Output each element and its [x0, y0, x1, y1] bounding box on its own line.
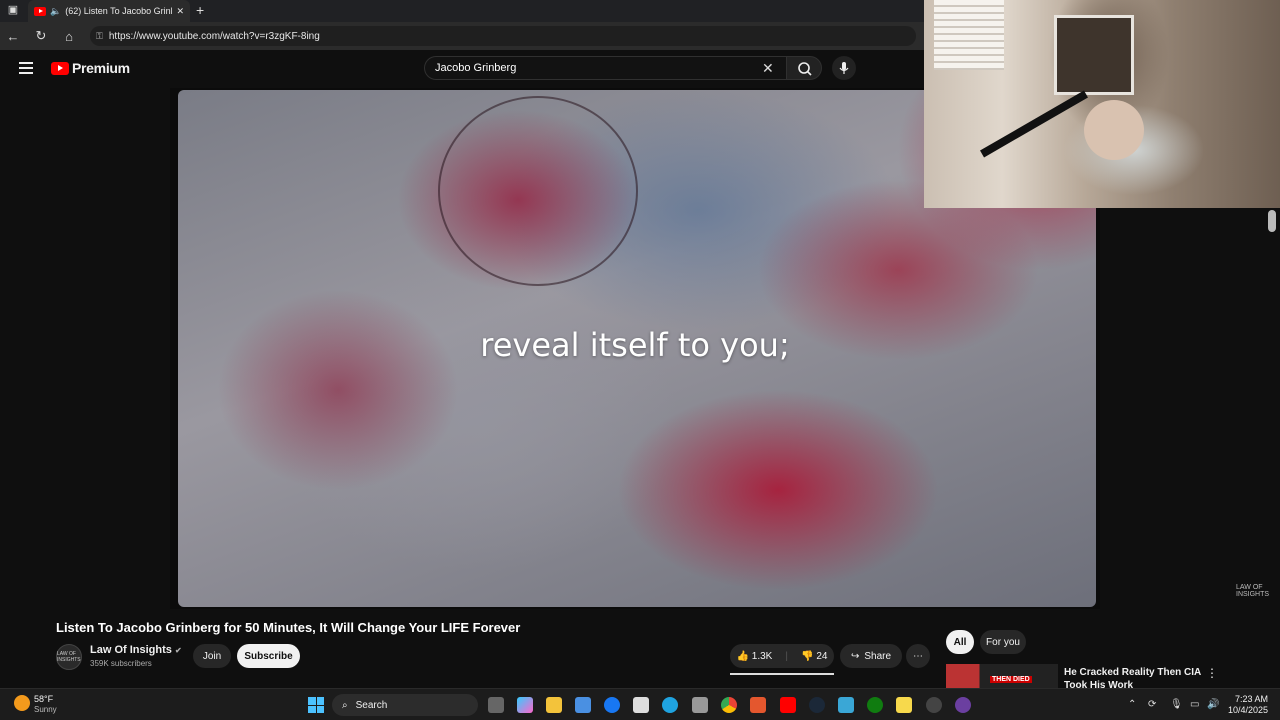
chip-all[interactable]: All	[946, 630, 974, 654]
taskbar-search-icon: ⌕	[342, 699, 348, 711]
xbox-icon[interactable]	[867, 697, 883, 713]
sync-icon[interactable]: ⟳	[1148, 699, 1156, 710]
webcam-window-blinds	[934, 0, 1004, 70]
weather-temperature[interactable]: 58°F	[34, 694, 53, 704]
address-bar-row: ← ↻ ⌂ ⚿ https://www.youtube.com/watch?v=…	[0, 22, 924, 50]
display-icon[interactable]: ▭	[1190, 699, 1199, 710]
video-planet-shape	[438, 96, 638, 286]
weather-condition: Sunny	[34, 705, 57, 714]
chevron-up-icon[interactable]: ⌃	[1128, 699, 1136, 710]
home-icon[interactable]: ⌂	[62, 29, 76, 44]
video-caption: reveal itself to you;	[480, 326, 790, 364]
webcam-closet	[1054, 15, 1134, 95]
app-icon-2[interactable]	[838, 697, 854, 713]
webcam-overlay	[924, 0, 1280, 208]
speaker-icon[interactable]: 🔈	[50, 6, 61, 17]
calculator-icon[interactable]	[692, 697, 708, 713]
recommendation-thumbnail[interactable]: THEN DIED	[946, 664, 1058, 688]
back-icon[interactable]: ←	[6, 29, 20, 44]
join-button[interactable]: Join	[193, 644, 231, 668]
weather-sun-icon[interactable]	[14, 695, 30, 711]
thumbnail-text: THEN DIED	[990, 676, 1032, 683]
microphone-icon	[839, 62, 849, 74]
close-tab-icon[interactable]: ✕	[176, 6, 184, 17]
channel-watermark[interactable]: LAW OF INSIGHTS	[1236, 584, 1280, 598]
store-icon[interactable]	[575, 697, 591, 713]
recommendation-title[interactable]: He Cracked Reality Then CIA Took His Wor…	[1064, 666, 1214, 690]
page-scrollbar[interactable]	[1268, 210, 1276, 232]
url-field[interactable]: ⚿ https://www.youtube.com/watch?v=r3zgKF…	[90, 26, 916, 46]
subscribe-button[interactable]: Subscribe	[237, 644, 300, 668]
clear-search-icon[interactable]: ✕	[762, 60, 774, 77]
verified-icon: ✔	[174, 646, 182, 655]
new-tab-button[interactable]: +	[196, 2, 204, 18]
channel-name-text: Law Of Insights	[90, 644, 172, 656]
app-icon-3[interactable]	[926, 697, 942, 713]
clock-time[interactable]: 7:23 AM	[1228, 694, 1268, 704]
clock-date[interactable]: 10/4/2025	[1224, 705, 1268, 715]
reload-icon[interactable]: ↻	[34, 28, 48, 44]
task-view-icon[interactable]	[488, 697, 504, 713]
chrome-icon[interactable]	[721, 697, 737, 713]
chip-for-you[interactable]: For you	[980, 630, 1026, 654]
thumbs-up-icon: 👍	[736, 650, 749, 662]
search-icon	[798, 62, 812, 76]
youtube-play-icon	[51, 61, 69, 75]
tab-title: (62) Listen To Jacobo Grinberg	[65, 6, 172, 16]
site-info-icon[interactable]: ⚿	[96, 31, 103, 42]
windows-taskbar: 58°F Sunny ⌕ Search ⌃ ⟳ 🎙 ▭ 🔊 7:23 AM 10…	[0, 688, 1280, 720]
menu-icon[interactable]	[19, 62, 33, 74]
microphone-tray-icon[interactable]: 🎙	[1170, 699, 1183, 710]
like-ratio-bar	[730, 673, 834, 675]
taskbar-search[interactable]: ⌕ Search	[332, 694, 478, 716]
sticky-notes-icon[interactable]	[896, 697, 912, 713]
taskbar-search-label: Search	[355, 699, 388, 711]
channel-avatar[interactable]: LAW OF INSIGHTS	[56, 644, 82, 670]
dislike-count: 24	[816, 650, 828, 662]
app-icon[interactable]	[750, 697, 766, 713]
recommendation-menu-icon[interactable]: ⋮	[1206, 666, 1218, 680]
search-input[interactable]: Jacobo Grinberg	[424, 56, 786, 80]
start-button[interactable]	[308, 697, 324, 713]
facebook-icon[interactable]	[604, 697, 620, 713]
share-label: Share	[864, 650, 892, 662]
share-icon: ↪	[850, 650, 860, 662]
thumbs-down-icon: 👎	[801, 650, 814, 662]
file-explorer-icon[interactable]	[546, 697, 562, 713]
url-text: https://www.youtube.com/watch?v=r3zgKF-8…	[108, 30, 320, 42]
like-count: 1.3K	[751, 650, 773, 662]
video-title: Listen To Jacobo Grinberg for 50 Minutes…	[56, 620, 521, 635]
tab-actions-icon[interactable]: ▣	[6, 3, 20, 16]
webcam-person	[1084, 100, 1144, 160]
obs-icon[interactable]	[955, 697, 971, 713]
edge-icon[interactable]	[662, 697, 678, 713]
youtube-favicon-icon	[34, 6, 46, 16]
webcam-mic-arm	[980, 90, 1088, 158]
copilot-icon[interactable]	[517, 697, 533, 713]
dislike-button[interactable]: 👎 24	[801, 651, 827, 662]
volume-icon[interactable]: 🔊	[1207, 699, 1219, 710]
browser-tab[interactable]: 🔈 (62) Listen To Jacobo Grinberg ✕	[28, 0, 190, 22]
steam-icon[interactable]	[809, 697, 825, 713]
like-button[interactable]: 👍 1.3K	[737, 651, 773, 662]
more-actions-button[interactable]: ⋯	[906, 644, 930, 668]
amazon-icon[interactable]	[633, 697, 649, 713]
channel-name[interactable]: Law Of Insights ✔	[90, 644, 182, 656]
share-button[interactable]: ↪ Share	[840, 644, 902, 668]
search-button[interactable]	[786, 56, 822, 80]
logo-text: Premium	[72, 60, 130, 76]
youtube-app-icon[interactable]	[780, 697, 796, 713]
voice-search-button[interactable]	[832, 56, 856, 80]
youtube-logo[interactable]: Premium	[51, 60, 130, 76]
more-horizontal-icon: ⋯	[913, 650, 923, 662]
subscriber-count: 359K subscribers	[90, 659, 152, 668]
like-dislike-bar: 👍 1.3K | 👎 24	[730, 644, 834, 668]
